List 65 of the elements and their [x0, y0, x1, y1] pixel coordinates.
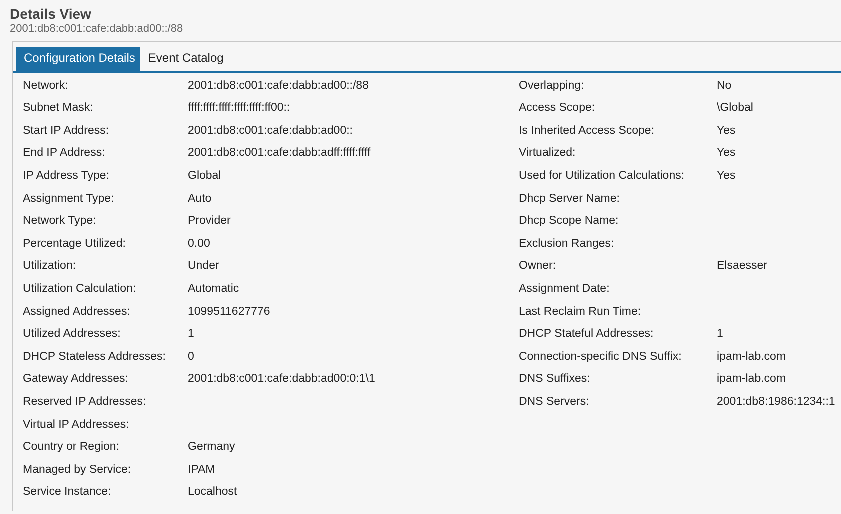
field-value: Provider: [188, 214, 232, 230]
field-value: Automatic: [188, 282, 240, 298]
field-label: Utilization Calculation:: [23, 282, 138, 298]
field-label: Assignment Date:: [519, 282, 611, 298]
field-value: Localhost: [188, 485, 238, 500]
field-label: Overlapping:: [519, 78, 586, 94]
network-subtitle: 2001:db8:c001:cafe:dabb:ad00::/88: [10, 22, 184, 36]
field-label: Country or Region:: [23, 440, 121, 456]
field-value: Auto: [188, 192, 213, 207]
field-label: Used for Utilization Calculations:: [519, 169, 686, 184]
field-value: Under: [188, 259, 220, 274]
field-value: ipam-lab.com: [717, 372, 788, 388]
field-value: 1: [188, 327, 196, 342]
field-label: Dhcp Server Name:: [519, 192, 621, 207]
field-label: Connection-specific DNS Suffix:: [519, 350, 683, 365]
field-value: 1: [717, 327, 724, 342]
field-label: Owner:: [519, 259, 558, 274]
field-label: Virtual IP Addresses:: [23, 418, 130, 433]
field-label: Last Reclaim Run Time:: [519, 304, 642, 320]
field-value: Yes: [717, 169, 737, 184]
field-label: Reserved IP Addresses:: [23, 394, 148, 410]
field-value: \Global: [717, 101, 754, 116]
field-label: Dhcp Scope Name:: [519, 214, 620, 230]
field-value: ffff:ffff:ffff:ffff:ffff:ff00::: [188, 101, 292, 116]
field-value: Germany: [188, 440, 236, 456]
field-label: Access Scope:: [519, 101, 596, 116]
field-value: 2001:db8:c001:cafe:dabb:ad00::: [188, 124, 354, 139]
field-value: ipam-lab.com: [717, 350, 788, 365]
field-label: Network:: [23, 78, 70, 94]
field-label: DNS Suffixes:: [519, 372, 592, 388]
field-value: Yes: [717, 146, 737, 162]
tab[interactable]: Configuration Details: [16, 47, 140, 71]
field-label: Utilized Addresses:: [23, 327, 122, 342]
field-value: Global: [188, 169, 222, 184]
field-label: End IP Address:: [23, 146, 106, 162]
field-label: Start IP Address:: [23, 124, 110, 139]
field-value: 2001:db8:c001:cafe:dabb:adff:ffff:ffff: [188, 146, 372, 162]
field-label: Assignment Type:: [23, 192, 116, 207]
field-value: IPAM: [188, 462, 216, 478]
field-label: DHCP Stateful Addresses:: [519, 327, 655, 342]
field-label: IP Address Type:: [23, 169, 111, 184]
field-label: Managed by Service:: [23, 462, 132, 478]
field-value: 2001:db8:c001:cafe:dabb:ad00::/88: [188, 78, 370, 94]
field-value: 0: [188, 350, 196, 365]
field-label: Exclusion Ranges:: [519, 236, 616, 252]
field-label: Assigned Addresses:: [23, 304, 132, 320]
field-value: Elsaesser: [717, 259, 768, 274]
field-label: Virtualized:: [519, 146, 577, 162]
field-value: 1099511627776: [188, 304, 272, 320]
field-value: 2001:db8:c001:cafe:dabb:ad00:0:1\1: [188, 372, 376, 388]
field-label: Is Inherited Access Scope:: [519, 124, 656, 139]
field-value: No: [717, 78, 733, 94]
field-label: Utilization:: [23, 259, 78, 274]
field-label: Service Instance:: [23, 485, 112, 500]
tab[interactable]: Event Catalog: [140, 47, 229, 71]
field-label: Subnet Mask:: [23, 101, 94, 116]
view-title: Details View: [10, 6, 92, 22]
field-label: DHCP Stateless Addresses:: [23, 350, 167, 365]
field-label: Percentage Utilized:: [23, 236, 127, 252]
field-value: 0.00: [188, 236, 212, 252]
field-value: 2001:db8:1986:1234::1: [717, 394, 836, 410]
field-label: Gateway Addresses:: [23, 372, 130, 388]
field-value: Yes: [717, 124, 737, 139]
field-label: Network Type:: [23, 214, 98, 230]
field-label: DNS Servers:: [519, 394, 590, 410]
